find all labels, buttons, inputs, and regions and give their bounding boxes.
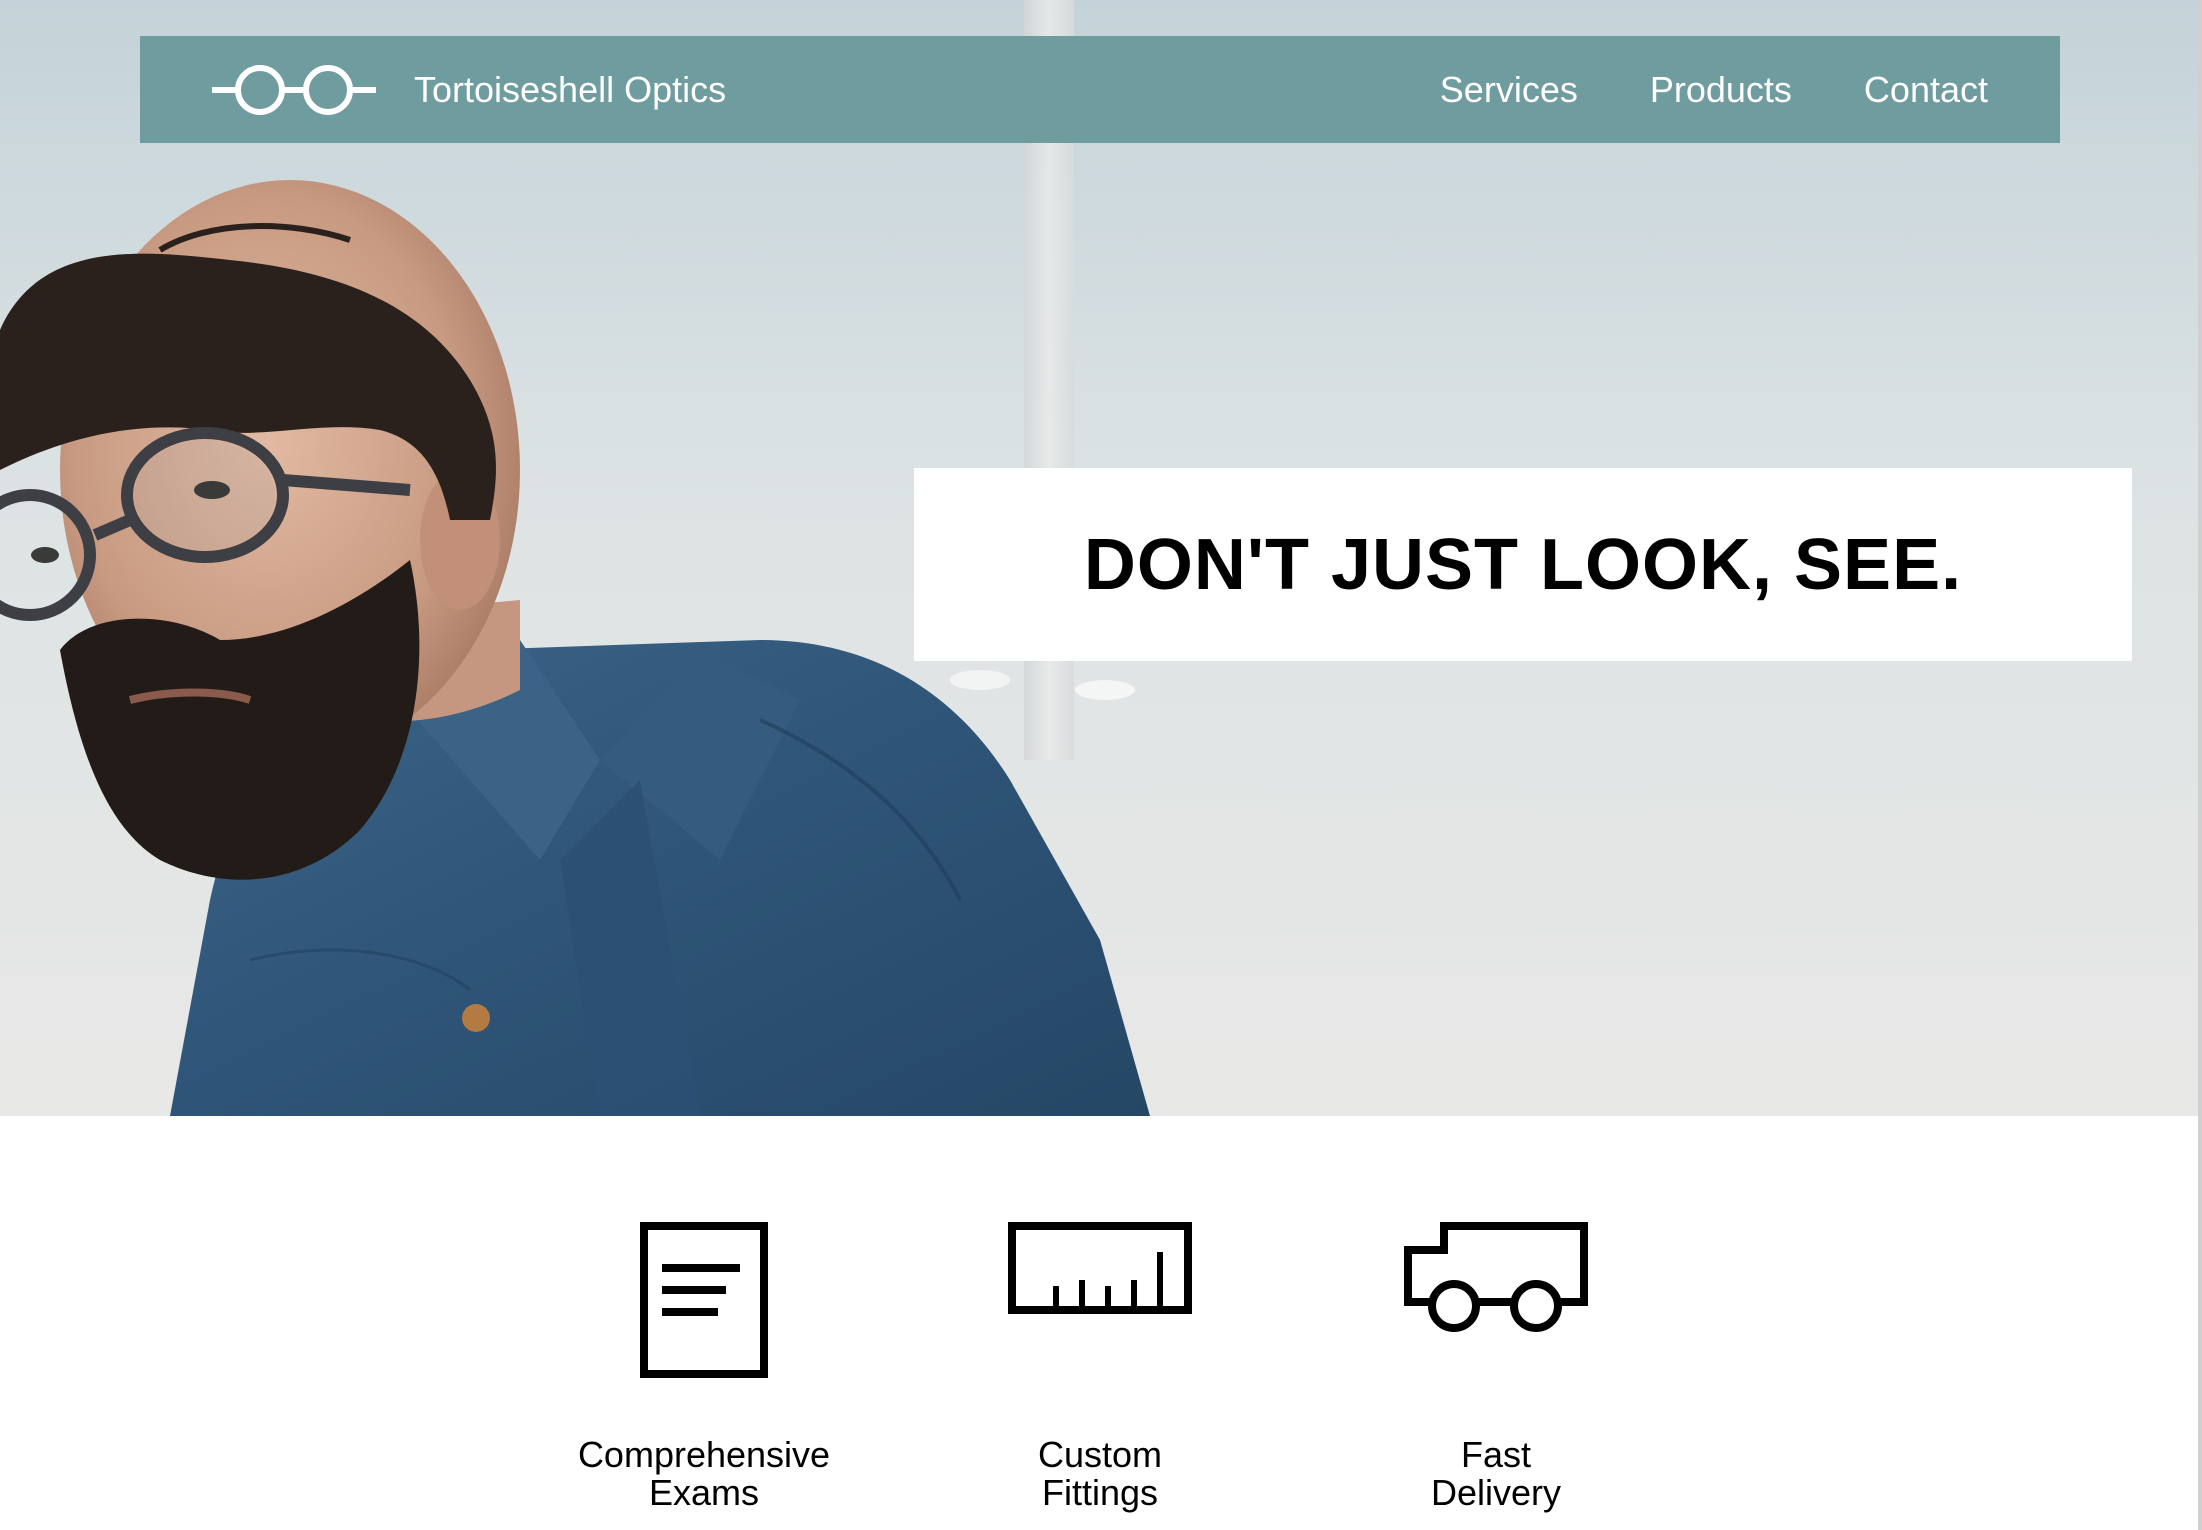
nav-menu: Services Products Contact xyxy=(1440,69,1988,111)
document-icon xyxy=(640,1222,768,1378)
nav-link-contact[interactable]: Contact xyxy=(1864,69,1988,111)
page-scrollbar[interactable] xyxy=(2198,0,2202,1530)
tagline-box: DON'T JUST LOOK, SEE. xyxy=(914,468,2132,661)
brand-name: Tortoiseshell Optics xyxy=(414,68,727,110)
brand-home-link[interactable]: Tortoiseshell Optics xyxy=(212,60,726,120)
navbar: Tortoiseshell Optics Services Products C… xyxy=(140,36,2060,143)
nav-link-services[interactable]: Services xyxy=(1440,69,1578,111)
hero-tagline: DON'T JUST LOOK, SEE. xyxy=(1083,524,1963,605)
feature-label: Fast Delivery xyxy=(1430,1434,1562,1513)
feature-label: Comprehensive Exams xyxy=(577,1434,831,1513)
feature-label: Custom Fittings xyxy=(1037,1434,1163,1513)
page: Tortoiseshell Optics Services Products C… xyxy=(0,0,2202,1530)
features-section: Comprehensive Exams Custom Fittings Fast… xyxy=(0,1116,2202,1530)
nav-link-products[interactable]: Products xyxy=(1650,69,1792,111)
truck-icon xyxy=(1404,1222,1588,1332)
glasses-icon xyxy=(212,64,376,115)
ruler-icon xyxy=(1008,1222,1192,1314)
hero-section: Tortoiseshell Optics Services Products C… xyxy=(0,0,2202,1116)
